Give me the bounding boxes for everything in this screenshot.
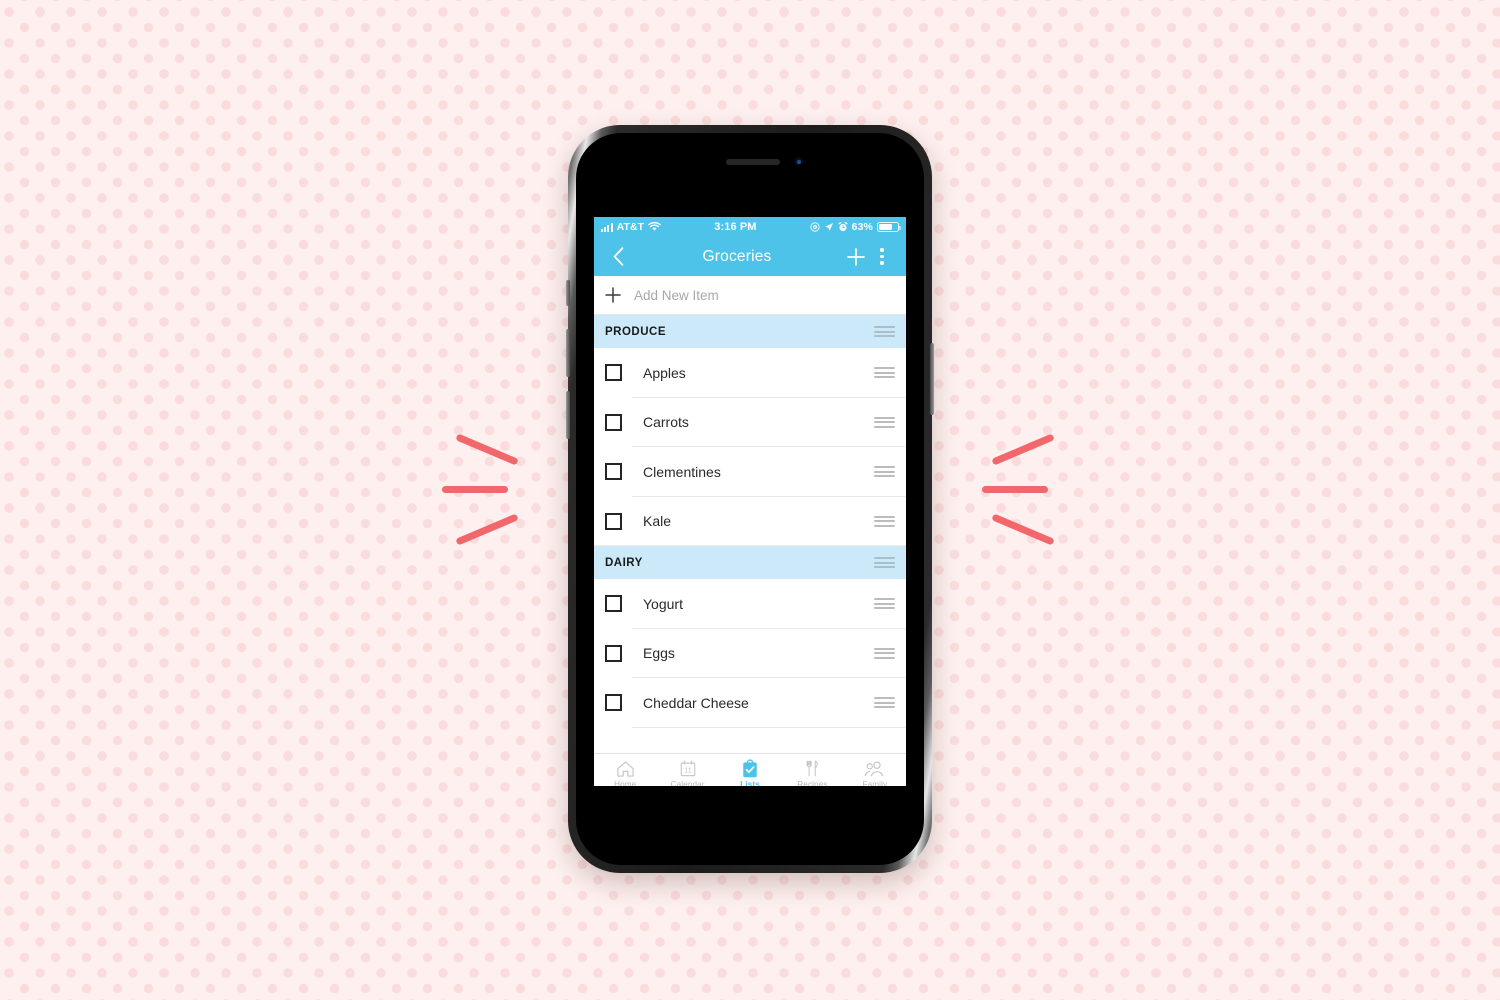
tab-label: Lists <box>740 779 760 787</box>
plus-icon <box>605 287 621 303</box>
status-bar-left: AT&T <box>601 221 661 233</box>
table-row[interactable]: Cheddar Cheese <box>594 678 906 728</box>
wifi-icon <box>648 222 661 231</box>
battery-percent-label: 63% <box>851 221 873 233</box>
table-row[interactable]: Carrots <box>594 397 906 447</box>
section-title: PRODUCE <box>605 325 667 338</box>
add-new-item-input[interactable] <box>632 286 895 304</box>
tab-home[interactable]: Home <box>594 754 656 786</box>
back-button[interactable] <box>605 242 631 272</box>
phone-mockup: AT&T 3:16 PM 63% Groceries Add New Item … <box>566 125 934 873</box>
table-row[interactable]: Kale <box>594 496 906 546</box>
people-icon <box>864 759 885 779</box>
tab-label: Recipes <box>797 779 828 787</box>
app-navigation-bar: Groceries <box>594 237 906 276</box>
list-item-label: Apples <box>643 364 686 381</box>
row-separator <box>594 545 906 546</box>
overflow-menu-button[interactable] <box>869 242 895 272</box>
emphasis-marks-right <box>982 433 1072 546</box>
phone-screen: AT&T 3:16 PM 63% Groceries Add New Item … <box>594 217 906 786</box>
calendar-icon: 11 <box>679 759 697 779</box>
drag-handle-icon[interactable] <box>874 416 895 428</box>
page-title: Groceries <box>702 247 772 265</box>
drag-handle-icon[interactable] <box>874 325 895 338</box>
battery-icon <box>877 222 902 232</box>
list-item-label: Carrots <box>643 414 689 431</box>
kebab-menu-icon <box>880 248 884 265</box>
earpiece-speaker <box>726 159 780 165</box>
plus-icon <box>847 247 865 266</box>
list-item-label: Cheddar Cheese <box>643 694 749 711</box>
power-button[interactable] <box>930 343 934 415</box>
add-new-item-row[interactable] <box>594 276 906 315</box>
emphasis-mark-top <box>991 433 1055 466</box>
drag-handle-icon[interactable] <box>874 647 895 659</box>
emphasis-mark-middle <box>982 486 1048 493</box>
list-item-label: Clementines <box>643 463 721 480</box>
drag-handle-icon[interactable] <box>874 697 895 709</box>
section-header-produce: PRODUCE <box>594 315 906 348</box>
list-item-label: Eggs <box>643 645 675 662</box>
clipboard-check-icon <box>741 758 759 779</box>
table-row[interactable]: Yogurt <box>594 579 906 629</box>
do-not-disturb-icon <box>810 222 820 232</box>
tab-calendar[interactable]: 11 Calendar <box>656 754 718 786</box>
fork-knife-icon <box>803 759 821 779</box>
tab-label: Family <box>862 779 888 787</box>
cellular-signal-icon <box>601 222 613 232</box>
front-camera <box>794 157 803 166</box>
checkbox-unchecked-icon[interactable] <box>605 413 622 431</box>
volume-up-button[interactable] <box>566 329 570 377</box>
status-bar: AT&T 3:16 PM 63% <box>594 217 906 237</box>
section-title: DAIRY <box>605 556 643 569</box>
drag-handle-icon[interactable] <box>874 466 895 478</box>
location-arrow-icon <box>824 223 833 231</box>
table-row[interactable]: Eggs <box>594 628 906 678</box>
alarm-clock-icon <box>838 222 848 232</box>
drag-handle-icon[interactable] <box>874 598 895 610</box>
tab-family[interactable]: Family <box>844 754 906 786</box>
checkbox-unchecked-icon[interactable] <box>605 644 622 662</box>
emphasis-mark-middle <box>442 486 508 493</box>
tab-label: Calendar <box>670 779 705 787</box>
drag-handle-icon[interactable] <box>874 515 895 527</box>
section-header-dairy: DAIRY <box>594 546 906 579</box>
drag-handle-icon[interactable] <box>874 556 895 569</box>
emphasis-marks-left <box>442 433 532 546</box>
svg-text:11: 11 <box>684 766 691 775</box>
grocery-list[interactable]: PRODUCE Apples Carrots Clementines Kale … <box>594 315 906 753</box>
checkbox-unchecked-icon[interactable] <box>605 595 622 613</box>
emphasis-mark-bottom <box>991 513 1055 546</box>
tab-recipes[interactable]: Recipes <box>781 754 843 786</box>
drag-handle-icon[interactable] <box>874 367 895 379</box>
home-icon <box>616 759 635 779</box>
row-separator <box>632 726 906 728</box>
silent-switch-button[interactable] <box>566 280 570 306</box>
emphasis-mark-top <box>455 433 519 466</box>
tab-lists[interactable]: Lists <box>719 754 781 786</box>
checkbox-unchecked-icon[interactable] <box>605 694 622 712</box>
list-item-label: Yogurt <box>643 595 683 612</box>
carrier-label: AT&T <box>616 221 645 233</box>
add-list-item-button[interactable] <box>843 242 869 272</box>
status-bar-right: 63% <box>810 221 902 233</box>
checkbox-unchecked-icon[interactable] <box>605 364 622 382</box>
checkbox-unchecked-icon[interactable] <box>605 463 622 481</box>
volume-down-button[interactable] <box>566 391 570 439</box>
checkbox-unchecked-icon[interactable] <box>605 512 622 530</box>
bottom-tab-bar: Home 11 Calendar Lists Recipes Family <box>594 753 906 786</box>
emphasis-mark-bottom <box>455 513 519 546</box>
chevron-left-icon <box>613 247 623 266</box>
clock-label: 3:16 PM <box>714 221 757 233</box>
table-row[interactable]: Apples <box>594 348 906 398</box>
tab-label: Home <box>614 779 637 787</box>
list-item-label: Kale <box>643 513 672 530</box>
table-row[interactable]: Clementines <box>594 447 906 497</box>
